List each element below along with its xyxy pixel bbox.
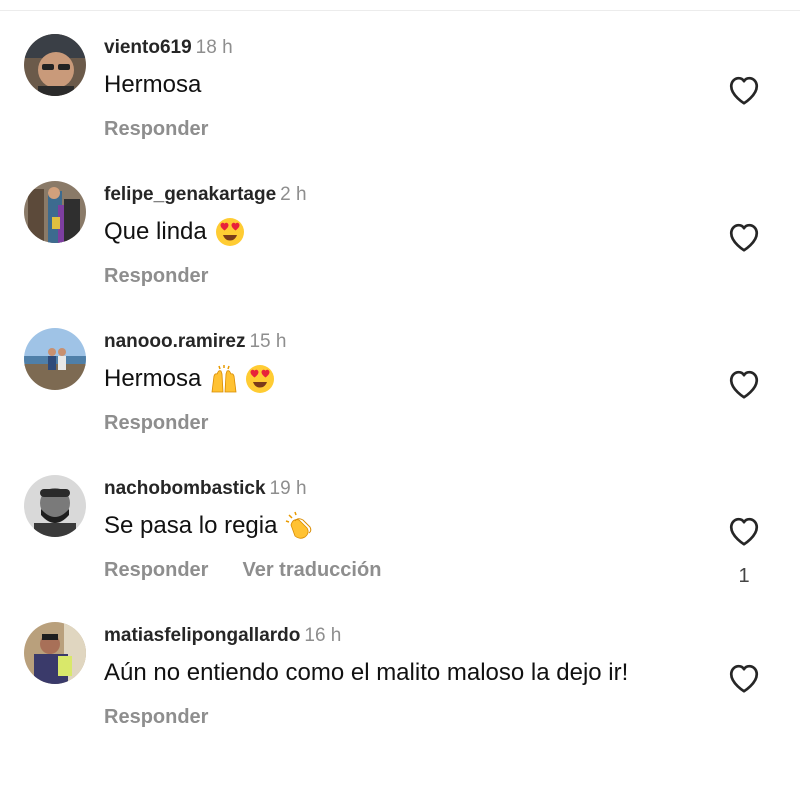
reply-button[interactable]: Responder (104, 263, 208, 289)
comment-time: 2 h (280, 184, 307, 205)
avatar[interactable] (24, 181, 86, 243)
like-count[interactable]: 1 (726, 565, 762, 588)
reply-button[interactable]: Responder (104, 704, 208, 730)
comment-username[interactable]: nanooo.ramirez (104, 331, 245, 352)
comment-time: 16 h (304, 625, 342, 646)
comment-username[interactable]: matiasfelipongallardo (104, 625, 300, 646)
comment-time: 18 h (195, 37, 233, 58)
avatar[interactable] (24, 622, 86, 684)
avatar[interactable] (24, 34, 86, 96)
reply-button[interactable]: Responder (104, 116, 208, 142)
comment-username[interactable]: nachobombastick (104, 478, 266, 499)
comment-text: Hermosa (104, 364, 684, 394)
heart-eyes-emoji-icon (215, 217, 245, 247)
top-divider (0, 10, 800, 11)
heart-outline-icon[interactable] (726, 660, 762, 694)
avatar[interactable] (24, 475, 86, 537)
comment-text: Aún no entiendo como el malito maloso la… (104, 659, 629, 686)
comment-time: 15 h (249, 331, 287, 352)
comment-username[interactable]: viento619 (104, 37, 192, 58)
comment-text: Que linda (104, 217, 684, 247)
heart-outline-icon[interactable] (726, 219, 762, 253)
comment-text: Se pasa lo regia (104, 511, 684, 541)
comment-text: Hermosa (104, 71, 202, 98)
heart-outline-icon[interactable] (726, 366, 762, 400)
reply-button[interactable]: Responder (104, 410, 208, 436)
comment-time: 19 h (269, 478, 307, 499)
heart-outline-icon[interactable] (726, 513, 762, 547)
avatar[interactable] (24, 328, 86, 390)
comment-username[interactable]: felipe_genakartage (104, 184, 276, 205)
heart-outline-icon[interactable] (726, 72, 762, 106)
raising-hands-emoji-icon (209, 364, 239, 394)
reply-button[interactable]: Responder (104, 557, 208, 583)
clapping-hands-emoji-icon (285, 511, 315, 541)
see-translation-button[interactable]: Ver traducción (242, 557, 381, 583)
heart-eyes-emoji-icon (245, 364, 275, 394)
